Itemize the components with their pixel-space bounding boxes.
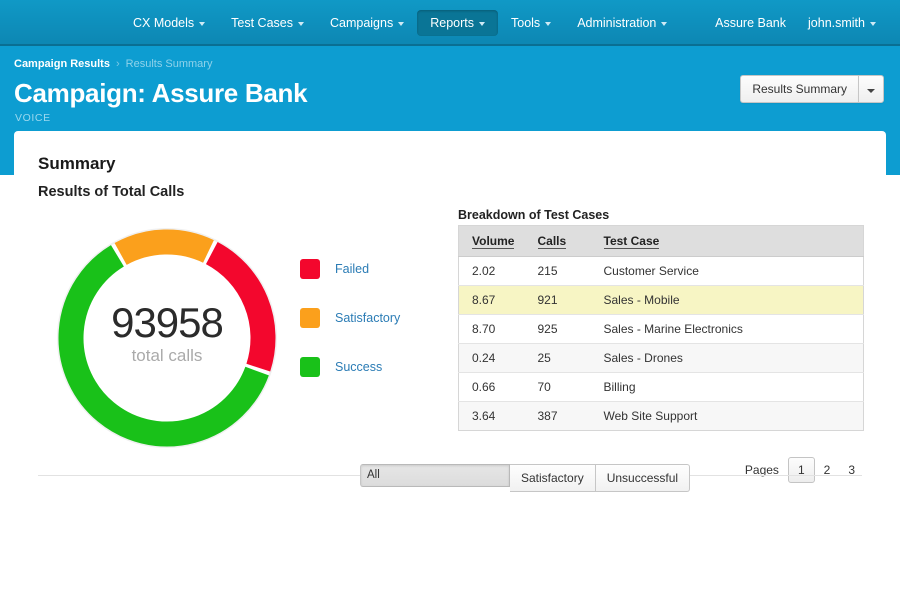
page-button-2[interactable]: 2 bbox=[815, 458, 840, 482]
nav-primary-menu: CX Models Test Cases Campaigns Reports T… bbox=[120, 0, 680, 46]
chart-legend: Failed Satisfactory Success bbox=[300, 259, 400, 406]
breakdown-cell-test-case: Sales - Marine Electronics bbox=[591, 315, 864, 344]
breadcrumb-separator-icon: › bbox=[116, 58, 120, 70]
breakdown-table: Volume Calls Test Case 2.02215Customer S… bbox=[458, 225, 864, 431]
tab-satisfactory[interactable]: Satisfactory bbox=[510, 464, 596, 492]
page-button-1[interactable]: 1 bbox=[788, 457, 815, 483]
legend-label-success[interactable]: Success bbox=[335, 360, 382, 374]
chevron-down-icon bbox=[479, 22, 485, 26]
breakdown-col-volume[interactable]: Volume bbox=[459, 226, 525, 257]
legend-swatch-success bbox=[300, 357, 320, 377]
legend-label-satisfactory[interactable]: Satisfactory bbox=[335, 311, 400, 325]
breakdown-cell-calls: 921 bbox=[525, 286, 591, 315]
nav-item-label: Campaigns bbox=[330, 17, 393, 30]
breakdown-cell-volume: 0.24 bbox=[459, 344, 525, 373]
chevron-down-icon bbox=[545, 22, 551, 26]
nav-item-label: Test Cases bbox=[231, 17, 293, 30]
breakdown-cell-test-case: Billing bbox=[591, 373, 864, 402]
top-navigation-bar: CX Models Test Cases Campaigns Reports T… bbox=[0, 0, 900, 46]
chevron-down-icon bbox=[398, 22, 404, 26]
breakdown-header-row: Volume Calls Test Case bbox=[459, 226, 864, 257]
legend-swatch-failed bbox=[300, 259, 320, 279]
page-button-3[interactable]: 3 bbox=[839, 458, 864, 482]
nav-account-menu: Assure Bank john.smith bbox=[705, 0, 886, 46]
table-row[interactable]: 3.64387Web Site Support bbox=[459, 402, 864, 431]
breakdown-cell-calls: 925 bbox=[525, 315, 591, 344]
page-subtitle: VOICE bbox=[15, 112, 51, 124]
table-row[interactable]: 0.2425Sales - Drones bbox=[459, 344, 864, 373]
chevron-down-icon bbox=[870, 22, 876, 26]
donut-center-label: total calls bbox=[42, 346, 292, 366]
nav-item-reports[interactable]: Reports bbox=[417, 10, 498, 37]
results-summary-split-button: Results Summary bbox=[740, 75, 884, 103]
legend-item-satisfactory[interactable]: Satisfactory bbox=[300, 308, 400, 328]
nav-item-administration[interactable]: Administration bbox=[564, 10, 680, 37]
nav-item-label: Tools bbox=[511, 17, 540, 30]
summary-heading: Summary bbox=[38, 154, 115, 174]
donut-center-value: 93958 bbox=[42, 299, 292, 347]
page-title: Campaign: Assure Bank bbox=[14, 78, 307, 109]
results-of-total-calls-heading: Results of Total Calls bbox=[38, 184, 184, 200]
breakdown-title: Breakdown of Test Cases bbox=[458, 208, 609, 222]
donut-segment-satisfactory[interactable] bbox=[121, 242, 209, 254]
chevron-down-icon bbox=[298, 22, 304, 26]
breakdown-cell-volume: 2.02 bbox=[459, 257, 525, 286]
table-row[interactable]: 8.70925Sales - Marine Electronics bbox=[459, 315, 864, 344]
legend-label-failed[interactable]: Failed bbox=[335, 262, 369, 276]
table-row[interactable]: 0.6670Billing bbox=[459, 373, 864, 402]
breakdown-cell-volume: 8.67 bbox=[459, 286, 525, 315]
nav-item-tools[interactable]: Tools bbox=[498, 10, 564, 37]
breakdown-table-body: 2.02215Customer Service8.67921Sales - Mo… bbox=[459, 257, 864, 431]
pagination: Pages 1 2 3 bbox=[745, 457, 864, 483]
results-summary-dropdown-toggle[interactable] bbox=[858, 75, 884, 103]
breakdown-col-test-case[interactable]: Test Case bbox=[591, 226, 864, 257]
breakdown-cell-test-case: Sales - Drones bbox=[591, 344, 864, 373]
main-content-card: Summary Results of Total Calls 93958 tot… bbox=[14, 131, 886, 600]
legend-item-success[interactable]: Success bbox=[300, 357, 400, 377]
breakdown-cell-calls: 25 bbox=[525, 344, 591, 373]
breadcrumb: Campaign Results › Results Summary bbox=[14, 58, 212, 70]
nav-item-tenant[interactable]: Assure Bank bbox=[705, 10, 796, 37]
nav-item-label: CX Models bbox=[133, 17, 194, 30]
breakdown-cell-test-case: Customer Service bbox=[591, 257, 864, 286]
table-row[interactable]: 2.02215Customer Service bbox=[459, 257, 864, 286]
breakdown-cell-calls: 215 bbox=[525, 257, 591, 286]
breakdown-cell-test-case: Sales - Mobile bbox=[591, 286, 864, 315]
breakdown-col-calls[interactable]: Calls bbox=[525, 226, 591, 257]
total-calls-donut-chart: 93958 total calls bbox=[42, 213, 292, 463]
nav-item-user[interactable]: john.smith bbox=[798, 10, 886, 37]
results-summary-button[interactable]: Results Summary bbox=[740, 75, 858, 103]
chevron-down-icon bbox=[867, 89, 875, 93]
legend-swatch-satisfactory bbox=[300, 308, 320, 328]
chevron-down-icon bbox=[661, 22, 667, 26]
breadcrumb-link-campaign-results[interactable]: Campaign Results bbox=[14, 58, 110, 70]
tenant-label: Assure Bank bbox=[715, 17, 786, 30]
chevron-down-icon bbox=[199, 22, 205, 26]
result-filter-tabs: All Satisfactory Unsuccessful bbox=[360, 464, 690, 492]
nav-item-label: Reports bbox=[430, 17, 474, 30]
breakdown-cell-test-case: Web Site Support bbox=[591, 402, 864, 431]
username-label: john.smith bbox=[808, 17, 865, 30]
breakdown-cell-volume: 0.66 bbox=[459, 373, 525, 402]
breakdown-cell-volume: 3.64 bbox=[459, 402, 525, 431]
breakdown-cell-calls: 387 bbox=[525, 402, 591, 431]
breadcrumb-current: Results Summary bbox=[126, 58, 213, 70]
breakdown-cell-volume: 8.70 bbox=[459, 315, 525, 344]
nav-item-cx-models[interactable]: CX Models bbox=[120, 10, 218, 37]
nav-item-campaigns[interactable]: Campaigns bbox=[317, 10, 417, 37]
app-root: CX Models Test Cases Campaigns Reports T… bbox=[0, 0, 900, 600]
tab-unsuccessful[interactable]: Unsuccessful bbox=[596, 464, 690, 492]
table-row[interactable]: 8.67921Sales - Mobile bbox=[459, 286, 864, 315]
nav-item-label: Administration bbox=[577, 17, 656, 30]
nav-item-test-cases[interactable]: Test Cases bbox=[218, 10, 317, 37]
breakdown-cell-calls: 70 bbox=[525, 373, 591, 402]
legend-item-failed[interactable]: Failed bbox=[300, 259, 400, 279]
tab-all[interactable]: All bbox=[360, 464, 510, 487]
